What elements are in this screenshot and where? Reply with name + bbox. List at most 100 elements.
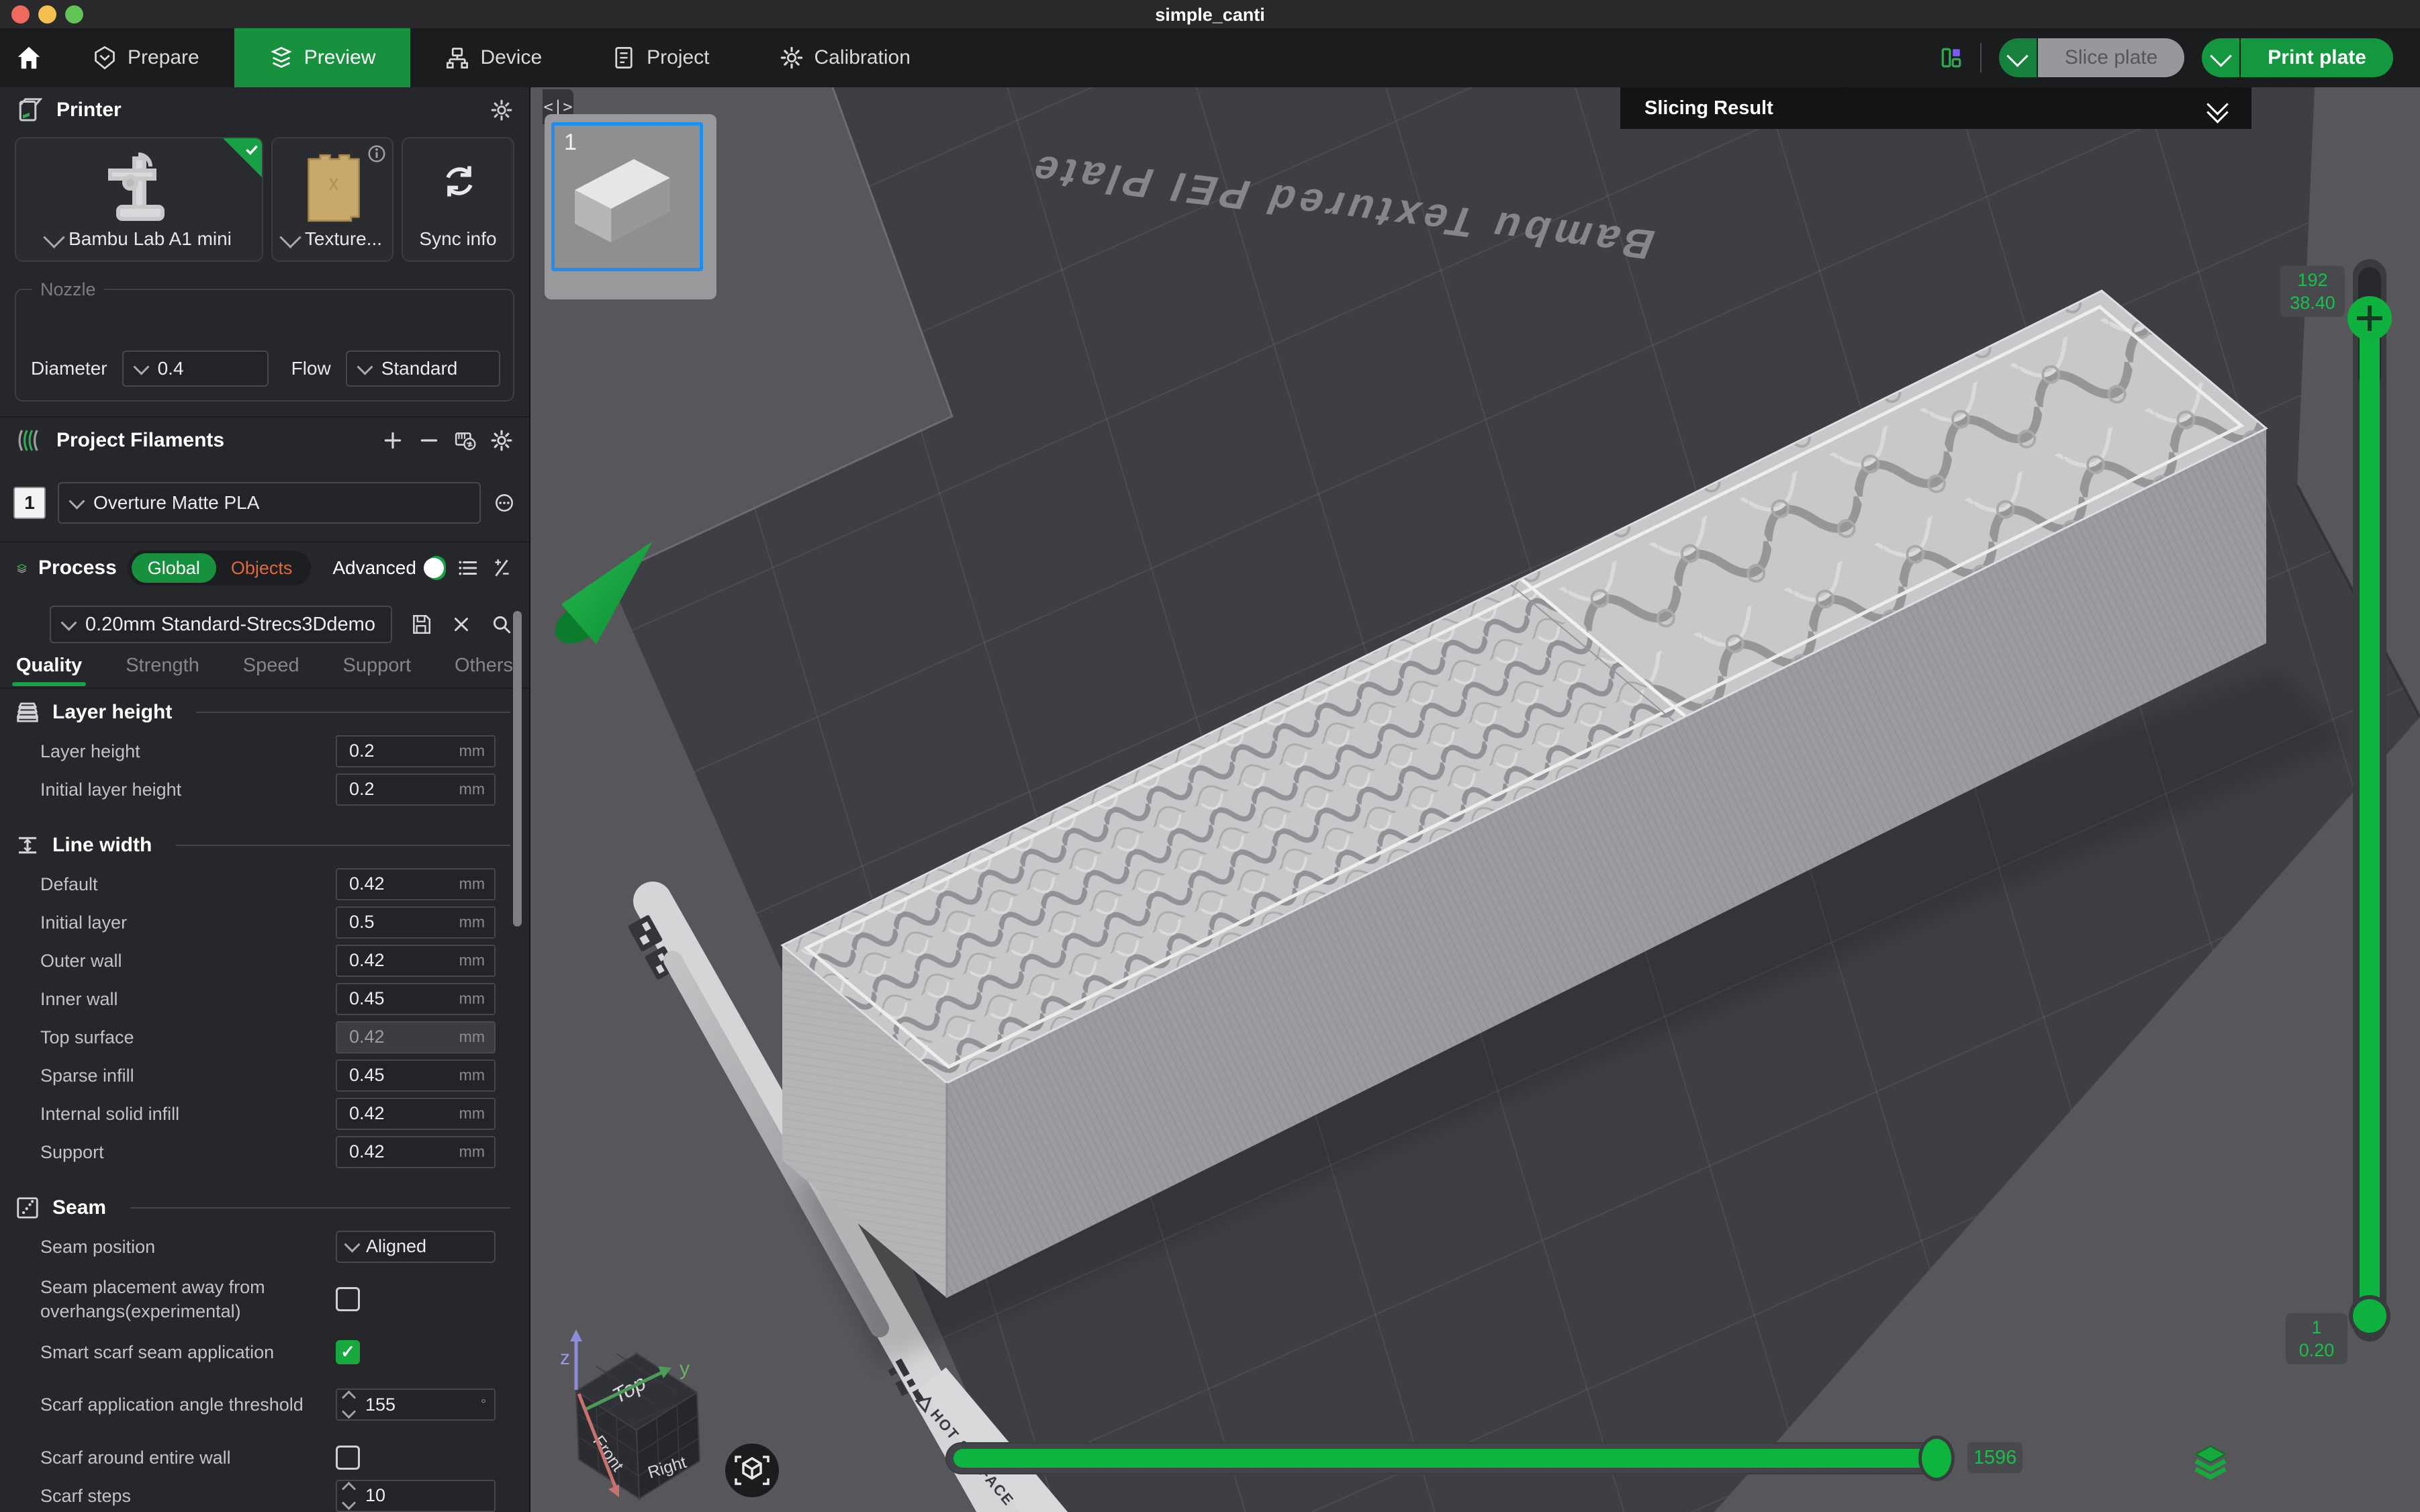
slice-plate-dropdown[interactable] [1999,38,2037,77]
setting-input[interactable]: 0.42mm [336,945,496,977]
setting-input[interactable]: 0.45mm [336,1059,496,1092]
tab-device-label: Device [480,46,542,69]
param-tab-strength[interactable]: Strength [126,655,199,686]
printer-icon [16,97,43,124]
setting-spinner[interactable]: 155° [336,1388,496,1421]
printer-card[interactable]: Bambu Lab A1 mini [15,137,263,262]
plate-thumbnail-number: 1 [564,130,577,156]
param-tab-support[interactable]: Support [342,655,411,686]
nozzle-diameter-select[interactable]: 0.4 [122,350,269,387]
plate-layout-icon[interactable] [1940,46,1963,69]
setting-label: Layer height [40,739,336,763]
process-icon [16,555,28,581]
compare-presets-icon[interactable] [490,557,513,579]
process-section-header: Process Global Objects Advanced [0,547,529,589]
sidebar-scrollbar[interactable] [513,611,522,927]
setting-row: Scarf steps10 [0,1476,529,1512]
setting-input[interactable]: 0.42mm [336,1098,496,1130]
add-filament-icon[interactable] [381,429,404,452]
slicing-result-title: Slicing Result [1644,97,2210,120]
collapse-panel-icon[interactable] [2210,98,2227,118]
search-settings-icon[interactable] [490,613,513,636]
parameter-tab-list: Quality Strength Speed Support Others [16,655,513,686]
slicing-result-panel[interactable]: Slicing Result [1620,87,2251,129]
setting-checkbox[interactable] [336,1446,360,1470]
filament-slot-number: 1 [13,487,46,519]
setting-row: Top surface0.42mm [0,1018,529,1056]
tab-calibration[interactable]: Calibration [745,28,945,87]
setting-label: Support [40,1140,336,1164]
nozzle-row: Diameter 0.4 Flow Standard [31,350,500,387]
viewport-3d[interactable]: Bambu Textured PEI Plate [530,87,2420,1512]
param-tab-others[interactable]: Others [455,655,513,686]
view-all-settings-icon[interactable] [457,557,479,579]
setting-checkbox[interactable] [336,1287,360,1311]
param-tab-speed[interactable]: Speed [243,655,299,686]
setting-checkbox[interactable]: ✓ [336,1340,360,1364]
setting-row: Scarf around entire wall [0,1438,529,1476]
tab-device[interactable]: Device [410,28,577,87]
process-scope-toggle: Global Objects [128,551,312,585]
setting-input[interactable]: 0.2mm [336,773,496,806]
delete-preset-icon[interactable] [450,613,473,636]
layer-view-icon[interactable] [2194,1445,2227,1480]
printer-section-title: Printer [56,99,122,122]
tab-preview[interactable]: Preview [234,28,411,87]
scope-objects-button[interactable]: Objects [216,558,308,579]
setting-label: Default [40,872,336,896]
plate-info-icon[interactable] [367,144,387,164]
sync-info-label: Sync info [403,228,513,250]
tab-project[interactable]: Project [577,28,744,87]
plate-thumbnail-selected-border: 1 [551,122,703,271]
setting-input[interactable]: 0.5mm [336,906,496,939]
step-slider-tooltip: 1596 [1967,1442,2022,1473]
tab-calibration-label: Calibration [815,46,911,69]
plate-thumbnail[interactable]: 1 [545,114,716,299]
advanced-toggle[interactable] [427,556,446,580]
print-plate-button[interactable]: Print plate [2241,38,2393,77]
sync-info-card[interactable]: Sync info [402,137,514,262]
setting-input[interactable]: 0.42mm [336,868,496,900]
filament-settings-gear-icon[interactable] [490,429,513,452]
filament-more-icon[interactable] [493,491,516,514]
fit-view-button[interactable] [725,1444,779,1497]
setting-input[interactable]: 0.2mm [336,735,496,767]
plate-photo [305,150,363,226]
filament-select[interactable]: Overture Matte PLA [58,482,481,524]
flow-label: Flow [291,358,331,379]
orientation-cube[interactable]: Top Front Right z y [560,1329,700,1499]
setting-input[interactable]: 0.45mm [336,983,496,1015]
preset-row: 0.20mm Standard-Strecs3Ddemo [50,606,513,643]
nozzle-flow-select[interactable]: Standard [346,350,500,387]
tab-list: PreparePreview Device Project Calibration [58,28,945,87]
setting-label: Seam placement away from overhangs(exper… [40,1275,336,1323]
sidebar: Printer Bambu Lab A1 mini Texture... Syn… [0,87,529,1512]
step-slider-fill [953,1449,1935,1468]
ams-sync-icon[interactable] [454,429,477,452]
printer-settings-gear-icon[interactable] [490,99,513,122]
print-plate-dropdown[interactable] [2202,38,2239,77]
save-preset-icon[interactable] [410,613,432,636]
step-slider-handle[interactable] [1918,1435,1955,1481]
filament-row: 1 Overture Matte PLA [13,482,516,524]
process-preset-select[interactable]: 0.20mm Standard-Strecs3Ddemo [50,606,392,643]
setting-row: Seam placement away from overhangs(exper… [0,1266,529,1333]
scope-global-button[interactable]: Global [132,553,216,583]
setting-row: Smart scarf seam application✓ [0,1333,529,1371]
slice-plate-button[interactable]: Slice plate [2038,38,2184,77]
setting-select[interactable]: Aligned [336,1231,496,1263]
plate-card[interactable]: Texture... [271,137,393,262]
printer-section-header: Printer [0,89,529,132]
setting-row: Outer wall0.42mm [0,941,529,980]
param-tab-quality[interactable]: Quality [16,655,82,686]
plate-card-label: Texture... [273,228,392,250]
tab-prepare[interactable]: Prepare [58,28,234,87]
setting-spinner[interactable]: 10 [336,1480,496,1512]
filaments-section-header: Project Filaments [0,419,529,462]
home-button[interactable] [0,28,58,87]
setting-label: Inner wall [40,987,336,1011]
remove-filament-icon[interactable] [418,429,440,452]
window-titlebar: simple_canti [0,0,2420,28]
setting-input[interactable]: 0.42mm [336,1136,496,1168]
setting-label: Scarf application angle threshold [40,1392,336,1417]
